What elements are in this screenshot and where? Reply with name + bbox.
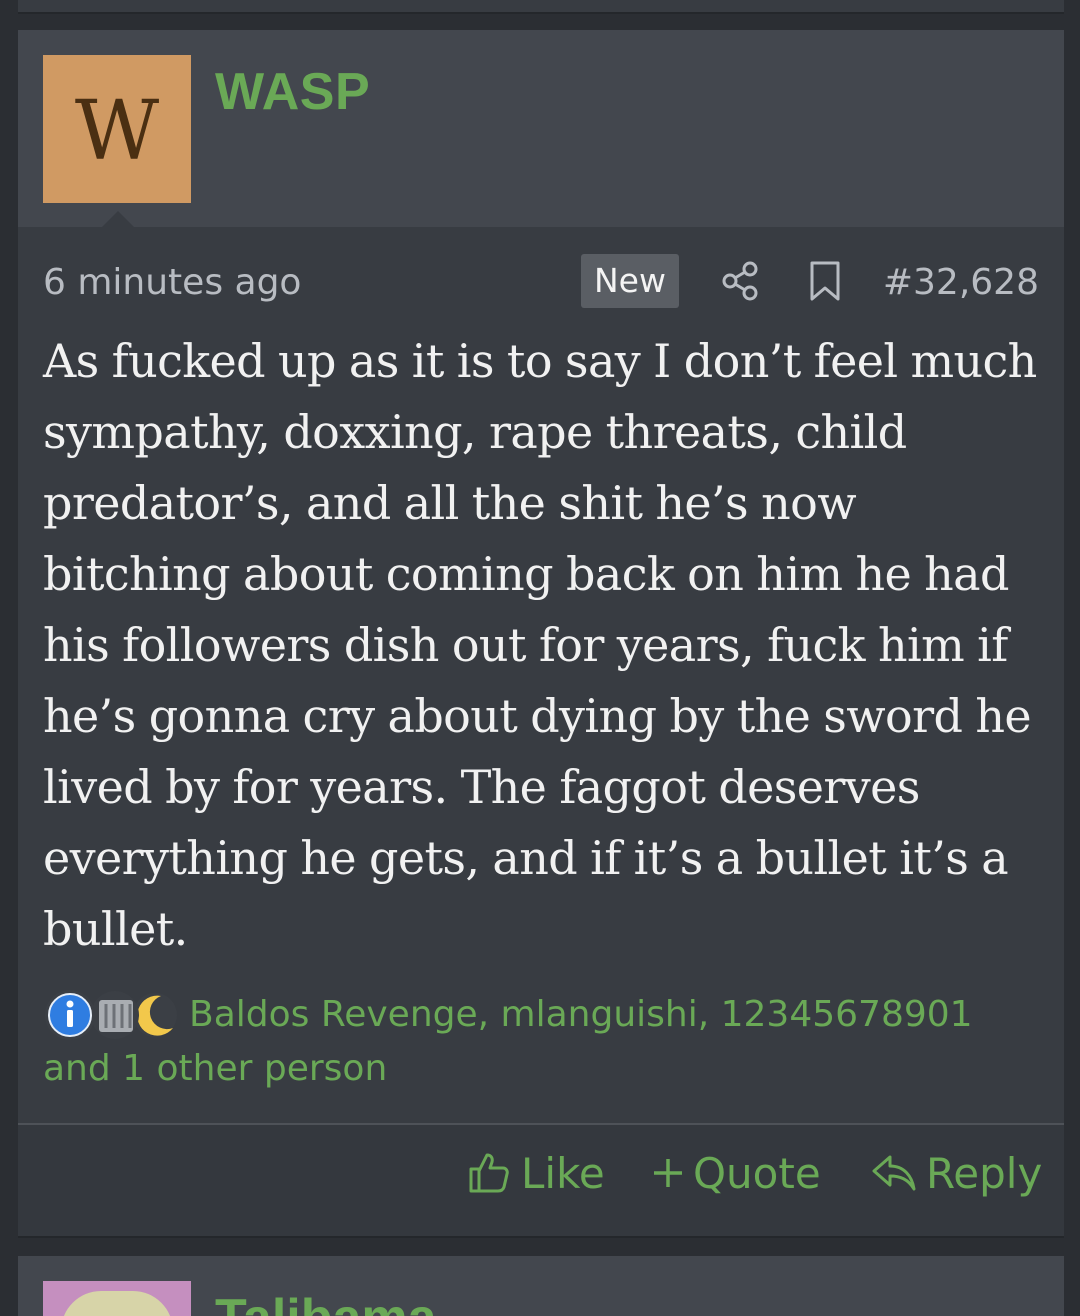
reply-button[interactable]: Reply (870, 1145, 1042, 1201)
next-post-username[interactable]: Talibama (215, 1288, 437, 1316)
reaction-others-link[interactable]: and 1 other person (43, 1048, 387, 1089)
reply-label: Reply (926, 1148, 1043, 1198)
previous-post-bottom (18, 0, 1064, 14)
new-badge: New (581, 254, 679, 308)
reaction-users-link[interactable]: Baldos Revenge, mlanguishi, 12345678901 (189, 994, 973, 1035)
dumpster-fire-icon (91, 991, 139, 1039)
moon-icon (133, 993, 177, 1037)
thumbs-up-icon (469, 1153, 509, 1193)
post-header: W WASP (18, 30, 1064, 227)
quote-label: Quote (693, 1148, 821, 1198)
share-icon[interactable] (721, 259, 761, 303)
forum-post: W WASP 6 minutes ago New #32,628 As fuck… (18, 30, 1064, 1236)
header-pointer (102, 211, 134, 227)
informative-icon (45, 990, 95, 1040)
reactions-bar: Baldos Revenge, mlanguishi, 12345678901 … (43, 988, 1033, 1096)
post-timestamp[interactable]: 6 minutes ago (43, 262, 301, 303)
like-button[interactable]: Like (465, 1145, 605, 1201)
like-label: Like (521, 1148, 605, 1198)
post-number-link[interactable]: #32,628 (883, 262, 1039, 303)
avatar-letter: W (74, 84, 160, 179)
reply-arrow-icon (872, 1155, 916, 1191)
post-meta: 6 minutes ago New #32,628 (43, 254, 1039, 308)
username[interactable]: WASP (215, 62, 370, 122)
post-actions: Like Quote Reply (18, 1125, 1064, 1236)
bookmark-icon[interactable] (808, 259, 842, 303)
post-body-text: As fucked up as it is to say I don’t fee… (43, 334, 1037, 956)
plus-icon (654, 1159, 682, 1187)
reaction-summary: Baldos Revenge, mlanguishi, 12345678901 … (43, 988, 1033, 1096)
quote-button[interactable]: Quote (651, 1145, 821, 1201)
avatar[interactable]: W (43, 55, 191, 203)
next-post-avatar[interactable] (43, 1281, 191, 1316)
next-post-top: Talibama (18, 1256, 1064, 1316)
reaction-icons[interactable] (43, 988, 183, 1042)
